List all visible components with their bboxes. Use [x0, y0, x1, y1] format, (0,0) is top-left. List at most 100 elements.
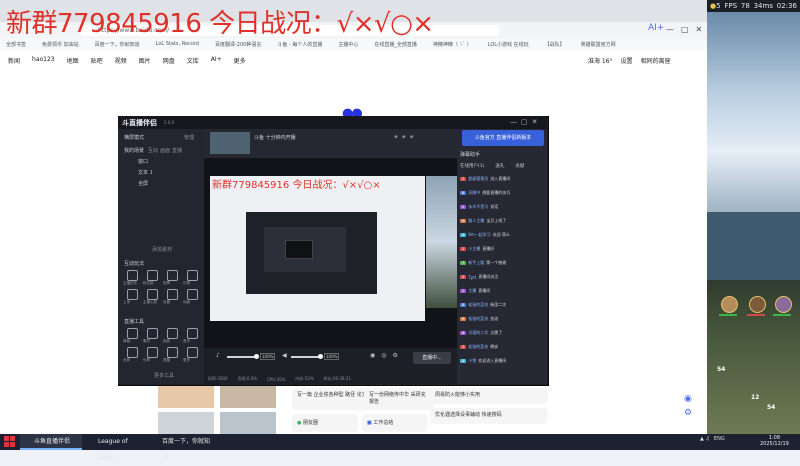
mic-slider[interactable]: [227, 356, 257, 358]
chat-username[interactable]: 小雪: [468, 358, 476, 364]
nav-link[interactable]: 地图: [67, 56, 79, 65]
chat-username[interactable]: 主播: [468, 288, 476, 294]
bookmark-item[interactable]: 英雄联盟官方网: [581, 41, 616, 48]
taskbar-item-game[interactable]: League of Legen...: [84, 434, 146, 461]
chat-username[interactable]: 永木不是马: [468, 204, 488, 210]
taskbar-item-browser[interactable]: 百度一下，你就知道: [148, 434, 214, 461]
stream-tool-icon[interactable]: [167, 347, 178, 358]
speaker-slider[interactable]: [291, 356, 321, 358]
bookmark-item[interactable]: LoL Stats, Record: [156, 41, 199, 47]
chat-tab[interactable]: 在线用户(1): [460, 163, 484, 169]
chat-username[interactable]: 松鼠的蓝衣: [468, 302, 488, 308]
record-icon[interactable]: ◉◎⚙: [370, 352, 404, 359]
bookmark-item[interactable]: 斗鱼 - 每个人的直播: [277, 41, 322, 48]
browser-window-controls[interactable]: —▢✕: [666, 25, 709, 34]
interact-tool-icon[interactable]: [147, 270, 158, 281]
chat-username[interactable]: 小主播: [468, 246, 480, 252]
weather-widget[interactable]: 淮海 16°: [588, 56, 613, 65]
more-tools-link[interactable]: 更多工具: [154, 372, 174, 379]
chat-username[interactable]: 松鼠的蓝衣: [468, 344, 488, 350]
stream-tool-icon[interactable]: [127, 347, 138, 358]
nav-link[interactable]: AI+: [211, 56, 222, 65]
system-tray[interactable]: ▲ ♫ ENG: [700, 436, 725, 442]
friends-card[interactable]: ● 朋友圈: [292, 414, 358, 432]
mic-icon[interactable]: ♪: [216, 352, 220, 359]
speaker-slider-knob[interactable]: [318, 354, 323, 359]
mic-slider-knob[interactable]: [254, 354, 259, 359]
source-item[interactable]: 全屏: [138, 180, 148, 187]
chat-tab[interactable]: 贡献: [515, 163, 524, 169]
image-thumb[interactable]: [158, 412, 214, 434]
sources-tab[interactable]: 互动: [148, 147, 158, 154]
chat-username[interactable]: 8m一起学习: [468, 232, 490, 238]
source-item[interactable]: 窗口: [138, 158, 148, 165]
interact-tool-icon[interactable]: [187, 289, 198, 300]
add-source-button[interactable]: 添加素材: [152, 246, 172, 253]
stream-tool-icon[interactable]: [127, 328, 138, 339]
nav-link[interactable]: 网盘: [163, 56, 175, 65]
sources-tab[interactable]: 画面: [160, 147, 170, 154]
chat-message[interactable]: 4 小雪 欢迎进入直播间: [460, 358, 506, 364]
settings-link[interactable]: 设置: [621, 56, 633, 65]
tray-icons[interactable]: ▲ ♫: [700, 436, 710, 442]
bookmark-item[interactable]: LOL小游戏 在线玩: [488, 41, 529, 48]
bookmark-item[interactable]: 百度翻译-200种语言: [215, 41, 261, 48]
chat-message[interactable]: 7 新手上路 第一个感谢: [460, 260, 506, 266]
nav-link[interactable]: 更多: [234, 56, 246, 65]
stream-cover[interactable]: [210, 132, 250, 154]
chat-username[interactable]: 风眼中: [468, 190, 480, 196]
chat-username[interactable]: 松鼠的蓝衣: [468, 316, 488, 322]
bookmark-item[interactable]: 百度一下，你就知道: [95, 41, 140, 48]
chat-username[interactable]: Tptt: [468, 275, 476, 280]
nav-link[interactable]: hao123: [32, 56, 55, 65]
interact-tool-icon[interactable]: [187, 270, 198, 281]
chat-username[interactable]: 新手上路: [468, 260, 484, 266]
stream-tool-icon[interactable]: [147, 328, 158, 339]
interact-tool-icon[interactable]: [167, 270, 178, 281]
stream-tool-icon[interactable]: [147, 347, 158, 358]
chat-message[interactable]: 8 松鼠的蓝衣 新团二次: [460, 302, 506, 308]
chat-message[interactable]: 4 8m一起学习 欢迎 萌么: [460, 232, 510, 238]
tray-language[interactable]: ENG: [714, 436, 725, 442]
chat-message[interactable]: 1 小主播 直播好: [460, 246, 494, 252]
bookmark-item[interactable]: 主播中心: [338, 41, 358, 48]
nav-link[interactable]: 文库: [187, 56, 199, 65]
stream-toolbar-icons[interactable]: ◈◈◈: [394, 134, 418, 140]
chat-username[interactable]: 路人主播: [468, 218, 484, 224]
stream-tool-icon[interactable]: [167, 328, 178, 339]
interact-tool-icon[interactable]: [127, 289, 138, 300]
username-link[interactable]: 相同的离座: [641, 56, 671, 65]
nav-link[interactable]: 图片: [139, 56, 151, 65]
suggest-card[interactable]: 优化遇选择设事辅动 快速搜码: [430, 408, 548, 424]
taskbar-clock[interactable]: 1:08 2025/12/19: [760, 435, 789, 447]
chat-username[interactable]: 超级管理员: [468, 176, 488, 182]
nav-link[interactable]: 贴吧: [91, 56, 103, 65]
taskbar-item-streaming[interactable]: 斗鱼直播伴侣: [20, 434, 82, 450]
bookmark-item[interactable]: 全部书签: [6, 41, 26, 48]
live-button[interactable]: 直播中...: [413, 352, 451, 364]
chat-message[interactable]: 2 主播 直播间: [460, 288, 490, 294]
work-card[interactable]: ■ 工作总结: [362, 414, 428, 432]
image-thumb[interactable]: [158, 384, 214, 408]
image-thumb[interactable]: [220, 412, 276, 434]
side-tool-icons[interactable]: ◉ ⚙: [684, 392, 692, 420]
chat-username[interactable]: 贝塔的二号: [468, 330, 488, 336]
stream-tool-icon[interactable]: [187, 347, 198, 358]
windows-start-icon[interactable]: [4, 436, 15, 447]
stream-title[interactable]: 斗鱼 十分钟内开播: [254, 134, 296, 141]
chat-message[interactable]: 2 永木不是马 说话: [460, 204, 498, 210]
chat-tab[interactable]: 送礼: [495, 163, 504, 169]
chat-message[interactable]: 6 风眼中 想要直播的技巧: [460, 190, 510, 196]
suggest-card[interactable]: 周易防火能够小实用: [430, 388, 548, 404]
bookmark-item[interactable]: 神精神精（ '-` ）: [433, 41, 472, 48]
nav-link[interactable]: 新闻: [8, 56, 20, 65]
source-item[interactable]: 文本 1: [138, 169, 153, 176]
app-window-controls[interactable]: —▢✕: [510, 118, 541, 126]
nav-link[interactable]: 视频: [115, 56, 127, 65]
chat-message[interactable]: 5 路人主播 宝贝上线了: [460, 218, 506, 224]
bookmark-item[interactable]: 免费领币 加油站: [42, 41, 79, 48]
image-thumb[interactable]: [220, 384, 276, 408]
interact-tool-icon[interactable]: [167, 289, 178, 300]
scene-mode-dropdown[interactable]: 横屏模式: [124, 134, 144, 141]
chat-message[interactable]: 6 贝塔的二号 太晚了: [460, 330, 502, 336]
